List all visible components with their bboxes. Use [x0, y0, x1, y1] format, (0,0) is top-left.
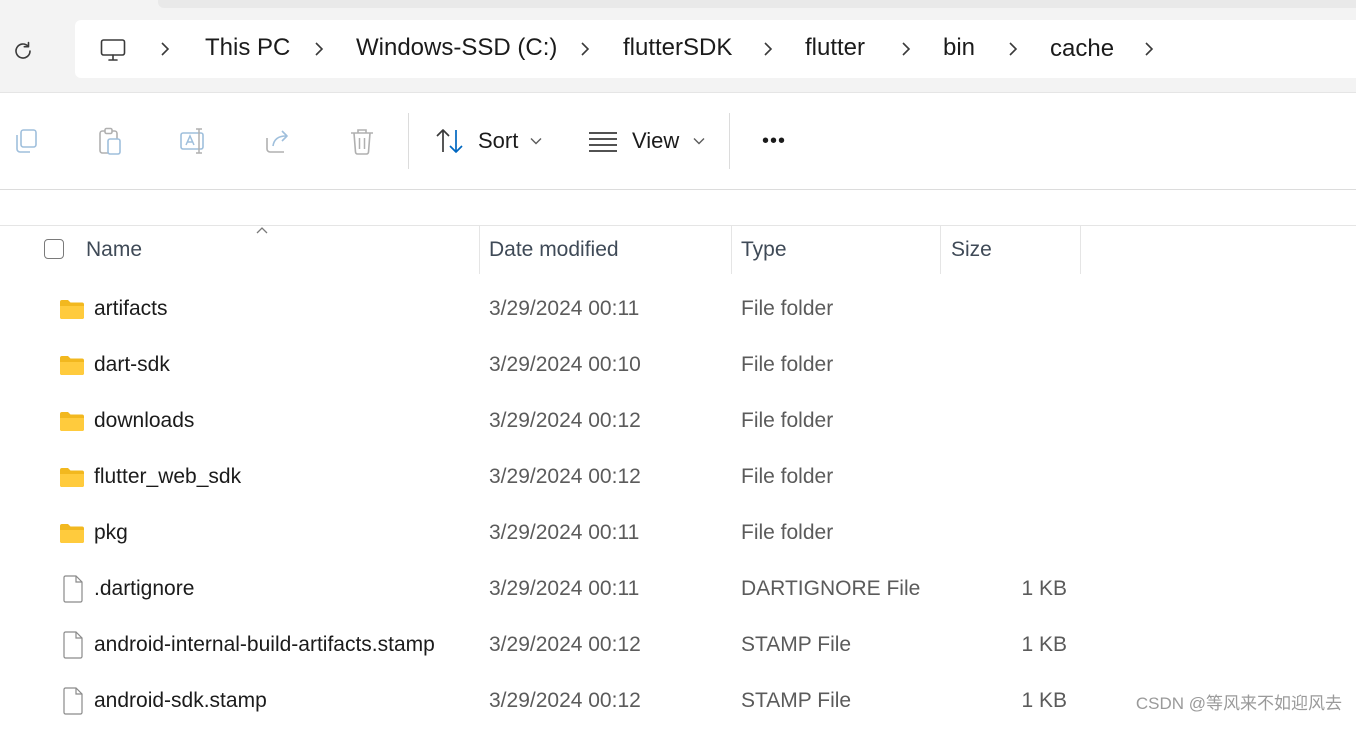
- refresh-button[interactable]: [6, 34, 40, 68]
- file-date-modified: 3/29/2024 00:11: [489, 297, 640, 320]
- breadcrumb-chevron-icon[interactable]: [575, 39, 595, 59]
- breadcrumb-fluttersdk[interactable]: flutterSDK: [623, 34, 732, 62]
- file-date-modified: 3/29/2024 00:12: [489, 409, 641, 432]
- file-icon: [62, 617, 90, 673]
- view-icon: [589, 132, 617, 152]
- folder-icon: [59, 449, 87, 505]
- file-size: [951, 505, 1067, 561]
- breadcrumb-cache[interactable]: cache: [1050, 35, 1114, 63]
- command-bar: Sort View •••: [0, 92, 1356, 190]
- file-row[interactable]: flutter_web_sdk 3/29/2024 00:12 File folde…: [0, 449, 1356, 505]
- copy-button[interactable]: [10, 125, 42, 157]
- file-icon: [62, 561, 90, 617]
- file-size: [951, 393, 1067, 449]
- file-size: 1 KB: [1021, 633, 1067, 656]
- folder-icon: [59, 337, 87, 393]
- delete-button[interactable]: [346, 125, 378, 157]
- folder-icon: [59, 393, 87, 449]
- watermark: CSDN @等风来不如迎风去: [1135, 694, 1342, 713]
- file-row[interactable]: android-internal-build-artifacts.stamp 3/…: [0, 617, 1356, 673]
- address-bar[interactable]: This PC Windows-SSD (C:) flutterSDK flut…: [75, 20, 1356, 78]
- sort-icon: [436, 129, 463, 153]
- chevron-down-icon: [693, 138, 705, 145]
- file-type: STAMP File: [741, 633, 852, 656]
- file-name: .dartignore: [94, 577, 195, 600]
- file-name: downloads: [94, 409, 195, 432]
- file-date-modified: 3/29/2024 00:12: [489, 633, 641, 656]
- file-row[interactable]: downloads 3/29/2024 00:12 File folder: [0, 393, 1356, 449]
- delete-icon: [351, 129, 373, 155]
- breadcrumb-this-pc[interactable]: This PC: [205, 34, 290, 62]
- file-date-modified: 3/29/2024 00:12: [489, 689, 641, 712]
- file-size: [951, 281, 1067, 337]
- breadcrumb-bin[interactable]: bin: [943, 34, 975, 62]
- column-divider[interactable]: [479, 226, 480, 274]
- breadcrumb-chevron-icon[interactable]: [758, 39, 778, 59]
- more-options-button[interactable]: •••: [752, 121, 796, 161]
- file-name: android-sdk.stamp: [94, 689, 267, 712]
- breadcrumb-flutter[interactable]: flutter: [805, 34, 865, 62]
- file-name: flutter_web_sdk: [94, 465, 242, 488]
- file-name: dart-sdk: [94, 353, 170, 376]
- paste-icon: [99, 127, 121, 155]
- breadcrumb-windows-ssd[interactable]: Windows-SSD (C:): [356, 34, 557, 62]
- rename-button[interactable]: [178, 125, 210, 157]
- column-divider[interactable]: [1080, 226, 1081, 274]
- refresh-icon: [15, 41, 31, 59]
- column-type[interactable]: Type: [741, 226, 937, 274]
- chevron-down-icon: [530, 138, 542, 145]
- column-size[interactable]: Size: [951, 226, 1077, 274]
- file-row[interactable]: pkg 3/29/2024 00:11 File folder: [0, 505, 1356, 561]
- column-divider[interactable]: [731, 226, 732, 274]
- file-type: File folder: [741, 521, 834, 544]
- rename-icon: [180, 128, 204, 154]
- view-label: View: [632, 128, 680, 153]
- file-type: File folder: [741, 465, 834, 488]
- command-separator: [729, 113, 730, 169]
- select-all-checkbox[interactable]: [44, 239, 64, 259]
- file-date-modified: 3/29/2024 00:10: [489, 353, 641, 376]
- sort-button[interactable]: Sort: [434, 121, 542, 161]
- file-name: android-internal-build-artifacts.stamp: [94, 633, 435, 656]
- file-type: File folder: [741, 353, 834, 376]
- file-row[interactable]: .dartignore 3/29/2024 00:11 DARTIGNORE Fil…: [0, 561, 1356, 617]
- file-size: 1 KB: [1021, 689, 1067, 712]
- share-icon: [266, 130, 288, 153]
- file-icon: [62, 673, 90, 729]
- file-date-modified: 3/29/2024 00:11: [489, 577, 640, 600]
- tab-edge: [158, 0, 1356, 8]
- this-pc-icon[interactable]: [99, 36, 127, 64]
- file-row[interactable]: artifacts 3/29/2024 00:11 File folder: [0, 281, 1356, 337]
- file-name: artifacts: [94, 297, 168, 320]
- paste-button[interactable]: [94, 125, 126, 157]
- breadcrumb-chevron-icon[interactable]: [896, 39, 916, 59]
- column-date-modified[interactable]: Date modified: [489, 226, 729, 274]
- column-header: Name Date modified Type Size: [0, 225, 1356, 276]
- breadcrumb-chevron-icon[interactable]: [155, 39, 175, 59]
- file-type: File folder: [741, 409, 834, 432]
- share-button[interactable]: [262, 125, 294, 157]
- view-button[interactable]: View: [588, 121, 705, 161]
- column-divider[interactable]: [940, 226, 941, 274]
- file-type: DARTIGNORE File: [741, 577, 921, 600]
- file-date-modified: 3/29/2024 00:12: [489, 465, 641, 488]
- file-name: pkg: [94, 521, 128, 544]
- file-size: [951, 449, 1067, 505]
- command-separator: [408, 113, 409, 169]
- file-date-modified: 3/29/2024 00:11: [489, 521, 640, 544]
- breadcrumb-chevron-icon[interactable]: [309, 39, 329, 59]
- file-row[interactable]: dart-sdk 3/29/2024 00:10 File folder: [0, 337, 1356, 393]
- file-type: File folder: [741, 297, 834, 320]
- file-size: [951, 337, 1067, 393]
- copy-icon: [16, 129, 37, 153]
- folder-icon: [59, 505, 87, 561]
- folder-icon: [59, 281, 87, 337]
- breadcrumb-chevron-icon[interactable]: [1139, 39, 1159, 59]
- breadcrumb-chevron-icon[interactable]: [1003, 39, 1023, 59]
- file-type: STAMP File: [741, 689, 852, 712]
- sort-label: Sort: [478, 128, 519, 153]
- column-name[interactable]: Name: [86, 226, 476, 274]
- file-size: 1 KB: [1021, 577, 1067, 600]
